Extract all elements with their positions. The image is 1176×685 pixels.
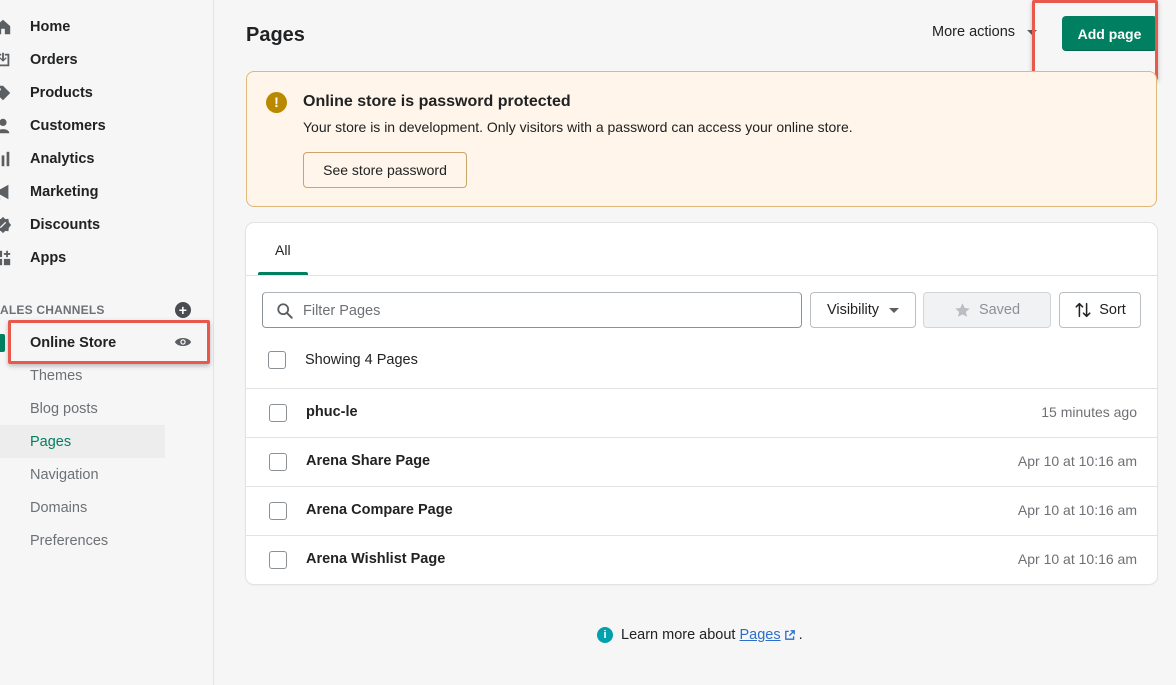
external-link-icon[interactable] xyxy=(784,629,796,641)
nav-label: Home xyxy=(30,18,71,35)
row-checkbox[interactable] xyxy=(269,502,287,520)
sort-label: Sort xyxy=(1099,302,1126,318)
orders-icon xyxy=(0,52,10,66)
search-icon xyxy=(277,303,293,319)
footer-period: . xyxy=(798,627,803,643)
apps-icon xyxy=(0,250,11,265)
more-actions-button[interactable]: More actions xyxy=(932,24,1038,40)
home-icon xyxy=(0,19,11,34)
tag-icon xyxy=(0,85,11,100)
page-updated: Apr 10 at 10:16 am xyxy=(1017,551,1137,567)
page-name[interactable]: Arena Wishlist Page xyxy=(306,551,445,567)
sort-icon xyxy=(1075,302,1091,318)
page-name[interactable]: Arena Share Page xyxy=(306,453,430,469)
nav-label: Orders xyxy=(30,51,78,68)
sub-item-label: Domains xyxy=(30,500,88,516)
nav-customers[interactable]: Customers xyxy=(0,109,214,142)
sort-button[interactable]: Sort xyxy=(1059,292,1141,328)
caret-down-icon xyxy=(889,307,900,313)
star-icon xyxy=(955,302,970,317)
table-row[interactable]: phuc-le 15 minutes ago xyxy=(246,388,1157,437)
nav-analytics[interactable]: Analytics xyxy=(0,142,214,175)
add-channel-icon[interactable]: + xyxy=(175,302,191,318)
visibility-label: Visibility xyxy=(826,302,880,318)
showing-count: Showing 4 Pages xyxy=(305,352,418,368)
filter-placeholder: Filter Pages xyxy=(303,303,381,319)
divider xyxy=(246,275,1157,276)
sidebar-item-pages[interactable]: Pages xyxy=(0,425,165,458)
nav-products[interactable]: Products xyxy=(0,76,214,109)
discount-icon xyxy=(0,216,12,233)
sidebar: Home Orders Products Customers Analytics… xyxy=(0,0,214,685)
table-row[interactable]: Arena Wishlist Page Apr 10 at 10:16 am xyxy=(246,535,1157,584)
page-name[interactable]: phuc-le xyxy=(306,404,358,420)
tab-all-label: All xyxy=(275,242,291,258)
more-actions-label: More actions xyxy=(932,24,1016,40)
filter-pages-input[interactable]: Filter Pages xyxy=(262,292,802,328)
learn-more-footer: i Learn more about Pages . xyxy=(597,627,803,643)
sub-item-label: Themes xyxy=(30,368,83,384)
nav-discounts[interactable]: Discounts xyxy=(0,208,214,241)
pages-help-link[interactable]: Pages xyxy=(739,627,780,643)
person-icon xyxy=(0,118,10,133)
learn-more-text: Learn more about xyxy=(621,627,736,643)
nav-label: Analytics xyxy=(30,150,95,167)
row-checkbox[interactable] xyxy=(269,404,287,422)
page-updated: Apr 10 at 10:16 am xyxy=(1017,502,1137,518)
megaphone-icon xyxy=(0,184,9,199)
nav-label: Customers xyxy=(30,117,106,134)
nav-marketing[interactable]: Marketing xyxy=(0,175,214,208)
store-icon xyxy=(0,334,5,352)
sub-item-label: Navigation xyxy=(30,467,99,483)
sidebar-item-domains[interactable]: Domains xyxy=(0,491,165,524)
sidebar-item-blog-posts[interactable]: Blog posts xyxy=(0,392,165,425)
saved-button[interactable]: Saved xyxy=(923,292,1051,328)
online-store-highlight xyxy=(8,320,210,364)
page-title: Pages xyxy=(246,24,305,46)
saved-label: Saved xyxy=(978,302,1021,318)
banner-title: Online store is password protected xyxy=(303,93,571,110)
visibility-button[interactable]: Visibility xyxy=(810,292,916,328)
nav-label: Marketing xyxy=(30,183,99,200)
pages-card: All Filter Pages Visibility Saved Sort S… xyxy=(246,223,1157,584)
table-row[interactable]: Arena Compare Page Apr 10 at 10:16 am xyxy=(246,486,1157,535)
see-store-password-button[interactable]: See store password xyxy=(303,152,467,188)
nav-orders[interactable]: Orders xyxy=(0,43,214,76)
sidebar-item-navigation[interactable]: Navigation xyxy=(0,458,165,491)
bar-chart-icon xyxy=(1,151,10,166)
page-updated: Apr 10 at 10:16 am xyxy=(1017,453,1137,469)
sub-item-label: Blog posts xyxy=(30,401,98,417)
page-updated: 15 minutes ago xyxy=(1041,404,1137,420)
nav-apps[interactable]: Apps xyxy=(0,241,214,274)
sub-item-label: Preferences xyxy=(30,533,109,549)
warning-icon: ! xyxy=(266,92,287,113)
sub-item-label: Pages xyxy=(30,434,72,450)
row-checkbox[interactable] xyxy=(269,453,287,471)
tab-all[interactable]: All xyxy=(258,223,308,275)
nav-label: Products xyxy=(30,84,93,101)
password-banner: ! Online store is password protected You… xyxy=(246,71,1157,207)
row-checkbox[interactable] xyxy=(269,551,287,569)
banner-description: Your store is in development. Only visit… xyxy=(303,119,853,135)
select-all-checkbox[interactable] xyxy=(268,351,286,369)
sidebar-item-themes[interactable]: Themes xyxy=(0,359,165,392)
add-page-highlight xyxy=(1032,0,1158,80)
sidebar-item-preferences[interactable]: Preferences xyxy=(0,524,165,557)
nav-home[interactable]: Home xyxy=(0,10,214,43)
nav-label: Discounts xyxy=(30,216,101,233)
info-icon: i xyxy=(597,627,613,643)
sales-channels-label: ALES CHANNELS xyxy=(0,303,105,317)
nav-label: Apps xyxy=(30,249,67,266)
table-row[interactable]: Arena Share Page Apr 10 at 10:16 am xyxy=(246,437,1157,486)
page-name[interactable]: Arena Compare Page xyxy=(306,502,453,518)
sales-channels-header: ALES CHANNELS + xyxy=(0,300,200,320)
